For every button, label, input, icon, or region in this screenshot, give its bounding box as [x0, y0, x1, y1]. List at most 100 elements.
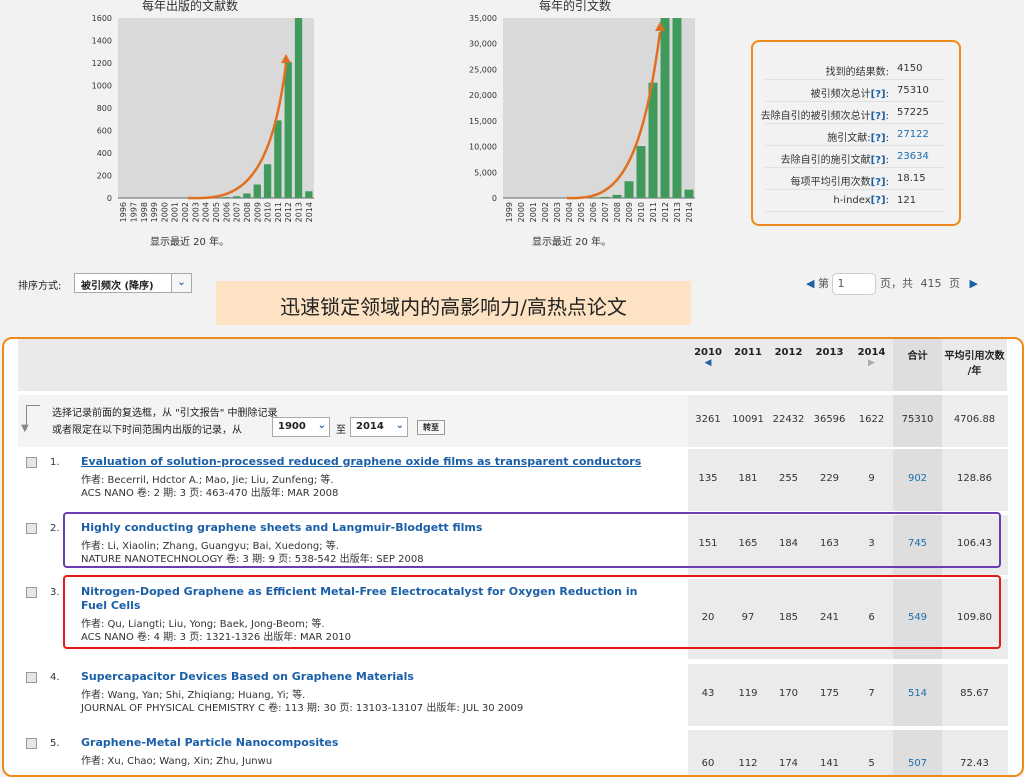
help-icon[interactable]: [?] [871, 195, 886, 206]
next-years-icon[interactable]: ▶ [850, 358, 893, 368]
pubs-bar [243, 194, 250, 199]
stat-value: 4150 [897, 63, 922, 74]
pubs-y-tick: 1600 [92, 14, 112, 23]
stat-row: 施引文献:[?]:27122 [765, 124, 945, 146]
sort-label: 排序方式: [18, 277, 61, 292]
record-1-cell[interactable]: 902 [893, 473, 942, 484]
sort-select[interactable]: 被引频次 (降序) ⌄ [74, 273, 192, 293]
record-title-link[interactable]: Graphene-Metal Particle Nanocomposites [81, 736, 338, 749]
help-icon[interactable]: [?] [871, 177, 886, 188]
totals-cell: 10091 [728, 414, 768, 425]
year-to-select[interactable]: 2014 ⌄ [350, 417, 408, 437]
record-4-cell[interactable]: 514 [893, 688, 942, 699]
filter-to-word: 至 [336, 421, 346, 436]
cites-y-tick: 0 [492, 194, 497, 203]
help-icon[interactable]: [?] [871, 111, 886, 122]
cites-x-tick: 2012 [661, 202, 670, 222]
cites-x-tick: 2008 [613, 202, 622, 222]
record-checkbox[interactable] [26, 672, 37, 683]
record-5-bg [688, 730, 1008, 777]
highlight-box-record-2 [63, 512, 1001, 568]
pubs-y-tick: 1400 [92, 37, 112, 46]
cites-x-tick: 2005 [577, 202, 586, 222]
help-icon[interactable]: [?] [871, 133, 886, 144]
stat-value[interactable]: 27122 [897, 129, 929, 140]
next-page-icon[interactable]: ▶ [969, 277, 977, 290]
cites-bar [613, 195, 622, 198]
prev-years-icon[interactable]: ◀ [688, 358, 728, 368]
column-header-2012: 2012 [768, 339, 809, 391]
cites-y-tick: 10,000 [469, 143, 497, 152]
year-from-select[interactable]: 1900 ⌄ [272, 417, 330, 437]
cites-x-tick: 2007 [601, 202, 610, 222]
record-5-cell: 72.43 [942, 758, 1007, 769]
record-5-cell[interactable]: 507 [893, 758, 942, 769]
year-to-value: 2014 [356, 421, 384, 432]
cites-y-tick: 15,000 [469, 117, 497, 126]
prev-page-icon[interactable]: ◀ [806, 277, 814, 290]
stat-row: 被引频次总计[?]:75310 [765, 80, 945, 102]
column-header-合计: 合计 [893, 339, 942, 391]
year-from-value: 1900 [278, 421, 306, 432]
record-checkbox[interactable] [26, 738, 37, 749]
page-number-input[interactable]: 1 [832, 273, 876, 295]
pubs-x-tick: 2014 [305, 202, 314, 222]
record-meta: 作者: Wang, Yan; Shi, Zhiqiang; Huang, Yi;… [81, 689, 523, 715]
totals-cell: 75310 [893, 414, 942, 425]
stat-row: 去除自引的施引文献[?]:23634 [765, 146, 945, 168]
cites-bar [661, 18, 670, 198]
pubs-x-tick: 2011 [274, 202, 283, 222]
stat-label: h-index[?]: [833, 195, 889, 206]
column-header-2010: 2010◀ [688, 339, 728, 391]
pubs-x-tick: 2003 [191, 202, 200, 222]
stat-label: 去除自引的被引频次总计[?]: [761, 107, 889, 122]
cites-x-tick: 2003 [553, 202, 562, 222]
stat-row: 去除自引的被引频次总计[?]:57225 [765, 102, 945, 124]
pubs-x-tick: 2005 [212, 202, 221, 222]
record-1-cell: 135 [688, 473, 728, 484]
pubs-x-tick: 2007 [233, 202, 242, 222]
record-title-link[interactable]: Supercapacitor Devices Based on Graphene… [81, 670, 414, 683]
record-number: 5. [50, 738, 60, 749]
go-button[interactable]: 转至 [417, 420, 445, 435]
table-header-blank [18, 339, 689, 391]
record-1-cell: 9 [850, 473, 893, 484]
cites-y-tick: 25,000 [469, 65, 497, 74]
pubs-bar [295, 18, 302, 198]
record-checkbox[interactable] [26, 457, 37, 468]
record-checkbox[interactable] [26, 523, 37, 534]
pubs-x-tick: 1998 [140, 202, 149, 222]
pager-middle: 页，共 [880, 277, 913, 290]
column-header-2013: 2013 [809, 339, 850, 391]
record-1-cell: 229 [809, 473, 850, 484]
cites-chart: 05,00010,00015,00020,00025,00030,00035,0… [445, 10, 705, 225]
pagination: ◀ 第 1 页，共 415 页 ▶ [806, 273, 978, 295]
stat-value: 75310 [897, 85, 929, 96]
pubs-x-tick: 1996 [119, 202, 128, 222]
stat-label: 每项平均引用次数[?]: [791, 173, 889, 188]
pubs-y-tick: 1200 [92, 59, 112, 68]
cites-x-tick: 2013 [673, 202, 682, 222]
pubs-y-tick: 600 [97, 127, 112, 136]
pubs-y-tick: 0 [107, 194, 112, 203]
record-title-link[interactable]: Evaluation of solution-processed reduced… [81, 455, 641, 468]
help-icon[interactable]: [?] [871, 155, 886, 166]
cites-x-tick: 1999 [505, 202, 514, 222]
stat-value: 57225 [897, 107, 929, 118]
help-icon[interactable]: [?] [871, 89, 886, 100]
highlight-banner: 迅速锁定领域内的高影响力/高热点论文 [216, 281, 691, 325]
stat-value: 121 [897, 195, 916, 206]
record-checkbox[interactable] [26, 587, 37, 598]
column-header-2011: 2011 [728, 339, 768, 391]
chevron-down-icon: ⌄ [171, 274, 191, 292]
pubs-x-tick: 1997 [129, 202, 138, 222]
cites-x-tick: 2000 [517, 202, 526, 222]
record-4-cell: 170 [768, 688, 809, 699]
cites-x-tick: 2014 [685, 202, 694, 222]
filter-text-2: 或者限定在以下时间范围内出版的记录，从 [52, 421, 242, 436]
filter-text-1: 选择记录前面的复选框，从 "引文报告" 中删除记录 [52, 404, 278, 419]
sort-select-value: 被引频次 (降序) [81, 281, 154, 292]
column-header-平均引用次数/年: 平均引用次数 /年 [942, 339, 1007, 391]
cites-y-tick: 30,000 [469, 40, 497, 49]
stat-value[interactable]: 23634 [897, 151, 929, 162]
